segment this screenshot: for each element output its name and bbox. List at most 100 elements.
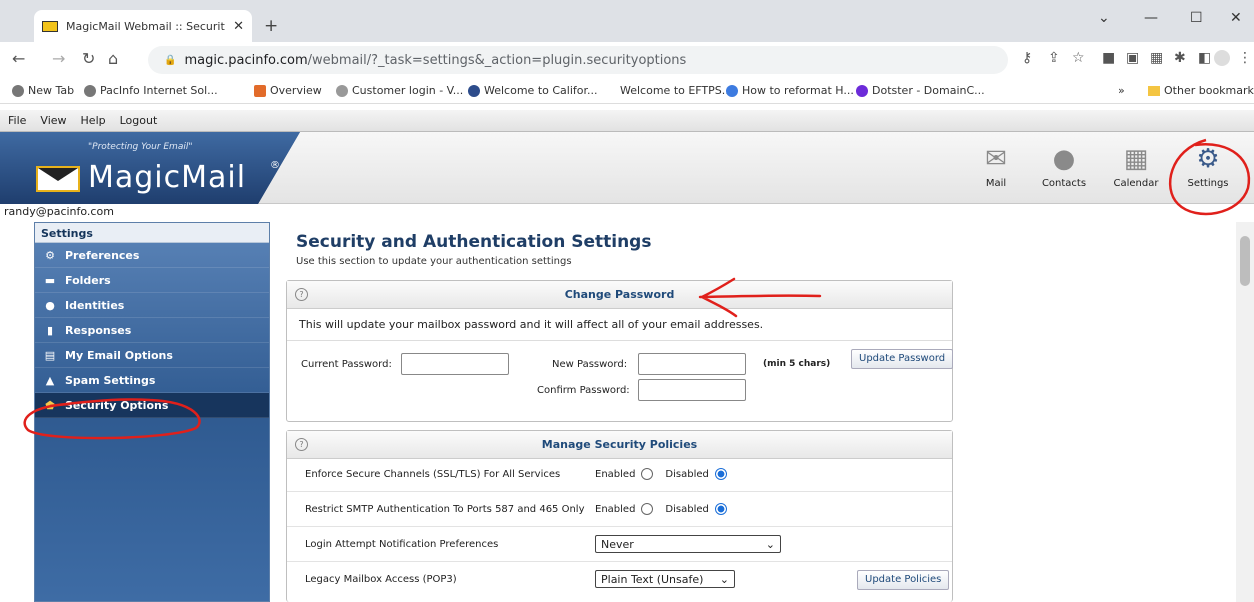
bookmark-item[interactable]: How to reformat H... — [726, 84, 854, 97]
security-policies-heading: ? Manage Security Policies — [287, 431, 952, 459]
logo[interactable]: "Protecting Your Email" MagicMail ® — [0, 132, 300, 204]
profile-icon[interactable] — [1214, 50, 1230, 66]
gears-icon: ⚙ — [45, 248, 55, 262]
tab-title: MagicMail Webmail :: Security Op — [66, 19, 225, 33]
folder-icon: ▬ — [44, 273, 56, 287]
calendar-icon: ▦ — [1123, 144, 1149, 174]
sidebar-title: Settings — [35, 223, 269, 243]
logo-name: MagicMail — [88, 160, 247, 195]
policy-row-pop3: Legacy Mailbox Access (POP3) Plain Text … — [287, 562, 952, 596]
nav-calendar[interactable]: ▦ Calendar — [1106, 132, 1166, 204]
user-email: randy@pacinfo.com — [4, 205, 114, 218]
scrollbar-thumb[interactable] — [1240, 236, 1250, 286]
bookmark-item[interactable]: Welcome to EFTPS... — [620, 84, 732, 97]
devtools-icon[interactable]: ▣ — [1126, 50, 1139, 66]
ssl-disabled-radio[interactable] — [714, 468, 727, 480]
bookmark-item[interactable]: PacInfo Internet Sol... — [84, 84, 218, 97]
new-password-label: New Password: — [552, 359, 628, 370]
browser-tab-bar: MagicMail Webmail :: Security Op ✕ + ⌄ —… — [0, 0, 1254, 42]
nav-settings[interactable]: ⚙ Settings — [1178, 132, 1238, 204]
current-password-label: Current Password: — [301, 359, 392, 370]
smtp-enabled-radio[interactable] — [641, 503, 654, 515]
confirm-password-input[interactable] — [638, 379, 746, 401]
nav-mail[interactable]: ✉ Mail — [966, 132, 1026, 204]
pop3-access-select[interactable]: Plain Text (Unsafe) ⌄ — [595, 570, 735, 588]
chevron-down-icon: ⌄ — [765, 537, 775, 551]
star-icon[interactable]: ☆ — [1072, 50, 1085, 66]
menu-bar: File View Help Logout — [0, 110, 1254, 132]
help-icon[interactable]: ? — [295, 288, 308, 301]
lock-icon: 🔒 — [164, 54, 177, 66]
confirm-password-label: Confirm Password: — [537, 385, 630, 396]
sidepanel-icon[interactable]: ◧ — [1198, 50, 1211, 66]
update-policies-button[interactable]: Update Policies — [857, 570, 950, 590]
customer-icon — [336, 84, 348, 97]
bookmark-item[interactable]: Dotster - DomainC... — [856, 84, 985, 97]
home-icon[interactable]: ⌂ — [108, 49, 118, 68]
change-password-description: This will update your mailbox password a… — [287, 309, 952, 341]
change-password-heading: ? Change Password — [287, 281, 952, 309]
bookmark-item[interactable]: Overview — [254, 84, 322, 97]
tab-favicon-icon — [42, 20, 58, 32]
sidebar-item-responses[interactable]: ▮ Responses — [35, 318, 269, 343]
sidebar-item-preferences[interactable]: ⚙ Preferences — [35, 243, 269, 268]
menu-view[interactable]: View — [40, 114, 66, 127]
back-icon[interactable]: ← — [12, 49, 25, 68]
new-password-input[interactable] — [638, 353, 746, 375]
minimize-icon[interactable]: — — [1144, 10, 1158, 26]
menu-logout[interactable]: Logout — [120, 114, 158, 127]
share-icon[interactable]: ⇪ — [1048, 50, 1060, 66]
browser-tab[interactable]: MagicMail Webmail :: Security Op ✕ — [34, 10, 252, 42]
close-window-icon[interactable]: ✕ — [1230, 10, 1242, 26]
shield-icon: ⬟ — [45, 398, 55, 412]
tab-search-icon[interactable]: ⌄ — [1098, 10, 1110, 26]
menu-file[interactable]: File — [8, 114, 26, 127]
policy-row-login-notification: Login Attempt Notification Preferences N… — [287, 527, 952, 562]
menu-help[interactable]: Help — [81, 114, 106, 127]
page-subtitle: Use this section to update your authenti… — [296, 256, 572, 267]
extension-icon[interactable]: ■ — [1102, 50, 1115, 66]
ssl-enabled-radio[interactable] — [641, 468, 654, 480]
smtp-disabled-radio[interactable] — [714, 503, 727, 515]
page-scrollbar[interactable] — [1236, 222, 1254, 602]
bookmark-item[interactable]: Customer login - V... — [336, 84, 463, 97]
person-icon: ● — [45, 298, 55, 312]
seal-icon — [468, 84, 480, 97]
url-host: magic.pacinfo.com — [184, 52, 308, 68]
update-password-button[interactable]: Update Password — [851, 349, 954, 369]
password-form: Current Password: New Password: (min 5 c… — [287, 341, 954, 411]
change-password-panel: ? Change Password This will update your … — [286, 280, 954, 422]
bookmark-item[interactable]: New Tab — [12, 84, 74, 97]
login-notification-select[interactable]: Never ⌄ — [595, 535, 781, 553]
dotster-icon — [856, 84, 868, 97]
logo-tagline: "Protecting Your Email" — [88, 142, 193, 152]
bookmarks-overflow[interactable]: » — [1118, 84, 1125, 97]
envelope-icon — [36, 166, 80, 192]
page-title: Security and Authentication Settings — [296, 232, 652, 252]
sidebar-item-spam-settings[interactable]: ▲ Spam Settings — [35, 368, 269, 393]
new-tab-button[interactable]: + — [264, 16, 278, 36]
reload-icon[interactable]: ↻ — [82, 49, 95, 68]
menu-icon[interactable]: ⋮ — [1238, 50, 1252, 66]
address-bar[interactable]: 🔒 magic.pacinfo.com/webmail/?_task=setti… — [148, 46, 1008, 74]
warning-icon: ▲ — [45, 373, 55, 387]
help-icon[interactable]: ? — [295, 438, 308, 451]
puzzle-icon[interactable]: ✱ — [1174, 50, 1186, 66]
maximize-icon[interactable]: ☐ — [1190, 10, 1203, 26]
nav-contacts[interactable]: ● Contacts — [1034, 132, 1094, 204]
sidebar-item-identities[interactable]: ● Identities — [35, 293, 269, 318]
chevron-down-icon: ⌄ — [719, 572, 729, 586]
settings-sidebar: Settings ⚙ Preferences ▬ Folders ● Identiti… — [34, 222, 270, 602]
document-icon: ▮ — [46, 323, 54, 337]
extension2-icon[interactable]: ▦ — [1150, 50, 1163, 66]
sidebar-item-my-email-options[interactable]: ▤ My Email Options — [35, 343, 269, 368]
bookmark-item[interactable]: Welcome to Califor... — [468, 84, 598, 97]
tab-close-icon[interactable]: ✕ — [233, 19, 244, 34]
sidebar-item-security-options[interactable]: ⬟ Security Options — [35, 393, 269, 418]
sidebar-item-folders[interactable]: ▬ Folders — [35, 268, 269, 293]
policy-row-secure-channels: Enforce Secure Channels (SSL/TLS) For Al… — [287, 459, 952, 492]
key-icon[interactable]: ⚷ — [1022, 50, 1032, 66]
other-bookmarks[interactable]: Other bookmarks — [1148, 84, 1254, 97]
current-password-input[interactable] — [401, 353, 509, 375]
forward-icon[interactable]: → — [52, 49, 65, 68]
